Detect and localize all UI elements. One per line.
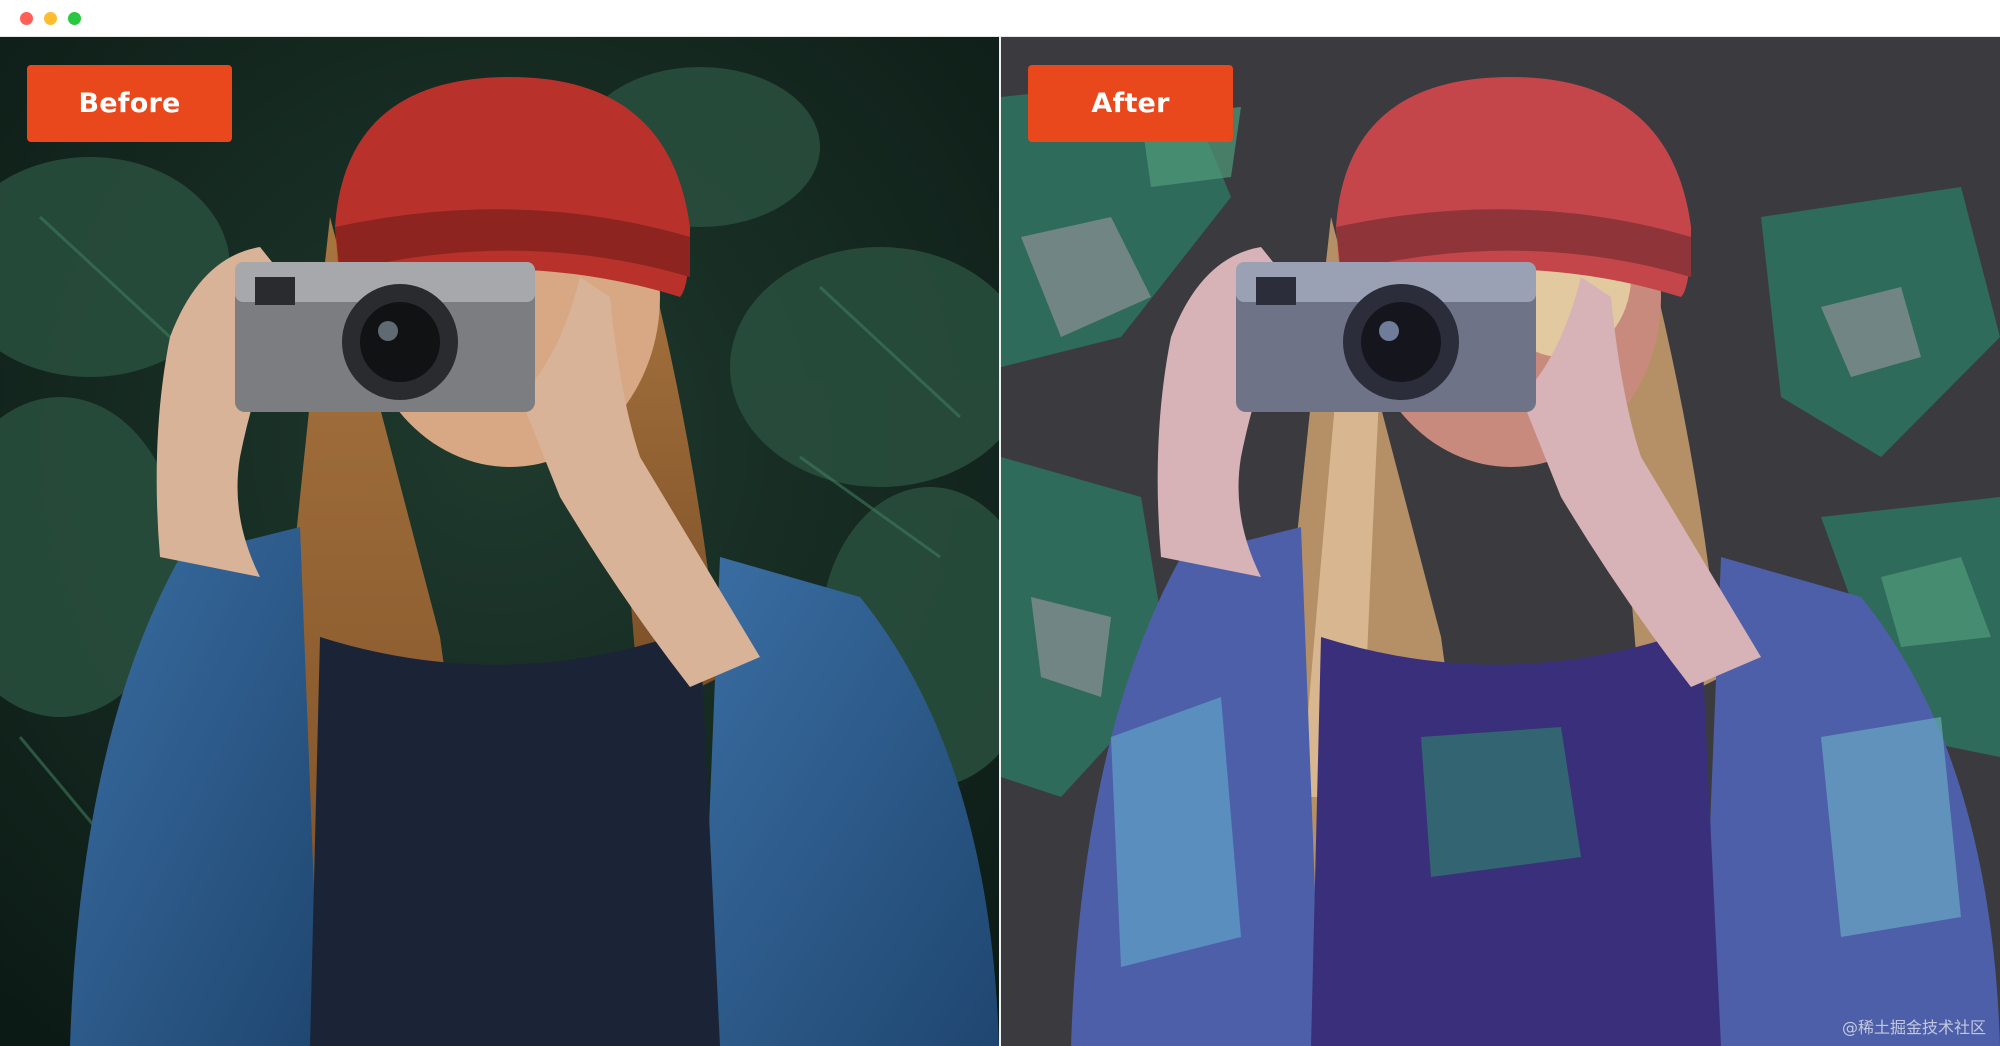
before-label: Before (27, 65, 232, 142)
after-photo (1001, 37, 2000, 1046)
window-titlebar (0, 0, 2000, 37)
after-panel: After @稀土掘金技术社区 (1001, 37, 2000, 1046)
before-photo (0, 37, 999, 1046)
close-window-icon[interactable] (20, 12, 33, 25)
watermark-text: @稀土掘金技术社区 (1841, 1018, 1986, 1037)
before-panel: Before (0, 37, 999, 1046)
zoom-window-icon[interactable] (68, 12, 81, 25)
minimize-window-icon[interactable] (44, 12, 57, 25)
after-label: After (1028, 65, 1233, 142)
